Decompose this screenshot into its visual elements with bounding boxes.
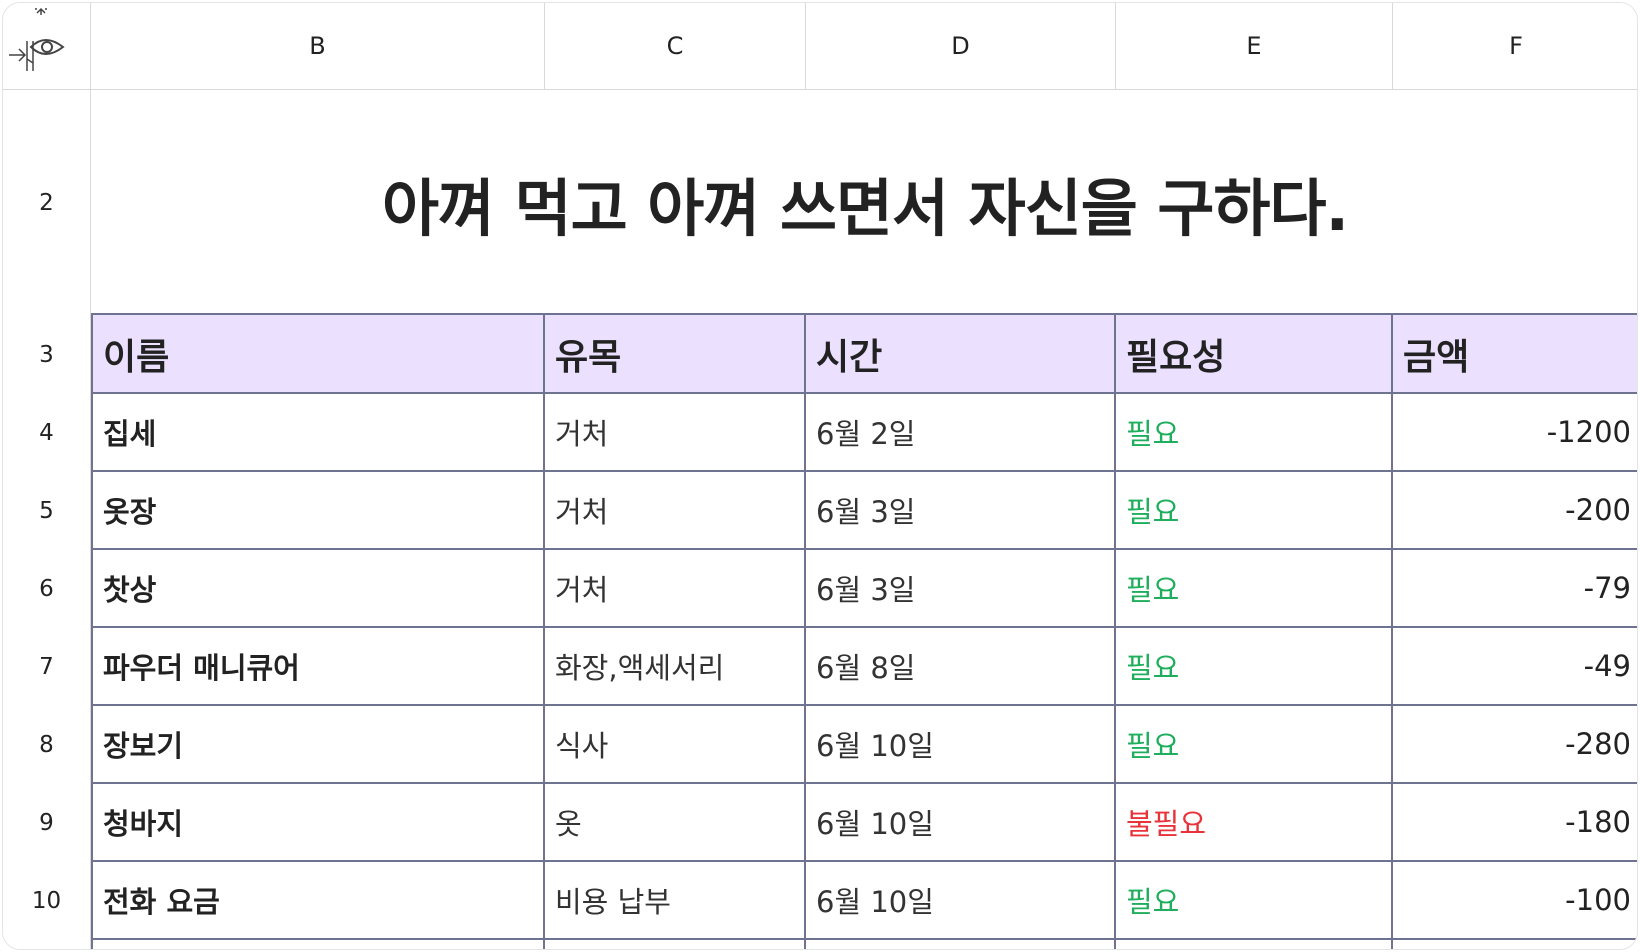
column-header-b[interactable]: B [91, 3, 545, 90]
row-header-7[interactable]: 7 [3, 628, 91, 706]
cell-amount[interactable]: -280 [1393, 706, 1637, 784]
cell-date[interactable]: 6월 2일 [806, 394, 1116, 472]
cell-category[interactable]: 화장,액세서리 [545, 628, 806, 706]
cell-date[interactable]: 6월 3일 [806, 472, 1116, 550]
row-header-9[interactable]: 9 [3, 784, 91, 862]
cell-necessity[interactable]: 필요 [1116, 472, 1393, 550]
cell-empty[interactable] [806, 940, 1116, 949]
row-header-6[interactable]: 6 [3, 550, 91, 628]
header-category[interactable]: 유목 [545, 313, 806, 394]
cell-amount[interactable]: -180 [1393, 784, 1637, 862]
spreadsheet: B C D E F 2 3 4 5 6 7 8 9 10 아껴 먹고 아껴 쓰면… [2, 2, 1638, 950]
row-header-2[interactable]: 2 [3, 90, 91, 315]
header-amount[interactable]: 금액 [1393, 313, 1637, 394]
cell-amount[interactable]: -100 [1393, 862, 1637, 940]
cell-category[interactable]: 비용 납부 [545, 862, 806, 940]
cell-necessity[interactable]: 필요 [1116, 706, 1393, 784]
column-header-e[interactable]: E [1116, 3, 1393, 90]
cell-empty[interactable] [91, 940, 545, 949]
cell-name[interactable]: 찻상 [91, 550, 545, 628]
cell-necessity[interactable]: 불필요 [1116, 784, 1393, 862]
cell-date[interactable]: 6월 10일 [806, 784, 1116, 862]
eye-icon[interactable] [7, 7, 67, 77]
cell-name[interactable]: 옷장 [91, 472, 545, 550]
cell-necessity[interactable]: 필요 [1116, 628, 1393, 706]
cell-amount[interactable]: -49 [1393, 628, 1637, 706]
cell-empty[interactable] [1393, 940, 1637, 949]
row-header-8[interactable]: 8 [3, 706, 91, 784]
cell-category[interactable]: 거처 [545, 550, 806, 628]
row-header-3[interactable]: 3 [3, 315, 91, 394]
cell-amount[interactable]: -79 [1393, 550, 1637, 628]
row-header-5[interactable]: 5 [3, 472, 91, 550]
header-necessity[interactable]: 필요성 [1116, 313, 1393, 394]
cell-name[interactable]: 전화 요금 [91, 862, 545, 940]
cell-category[interactable]: 거처 [545, 394, 806, 472]
cell-necessity[interactable]: 필요 [1116, 550, 1393, 628]
column-header-c[interactable]: C [545, 3, 806, 90]
cell-category[interactable]: 옷 [545, 784, 806, 862]
cell-amount[interactable]: -200 [1393, 472, 1637, 550]
cell-name[interactable]: 장보기 [91, 706, 545, 784]
cell-name[interactable]: 파우더 매니큐어 [91, 628, 545, 706]
cell-category[interactable]: 식사 [545, 706, 806, 784]
cell-category[interactable]: 거처 [545, 472, 806, 550]
cell-amount[interactable]: -1200 [1393, 394, 1637, 472]
cell-date[interactable]: 6월 10일 [806, 862, 1116, 940]
cell-empty[interactable] [545, 940, 806, 949]
cell-date[interactable]: 6월 10일 [806, 706, 1116, 784]
row-header-4[interactable]: 4 [3, 394, 91, 472]
header-date[interactable]: 시간 [806, 313, 1116, 394]
sheet-title[interactable]: 아껴 먹고 아껴 쓰면서 자신을 구하다. [91, 90, 1637, 315]
cell-necessity[interactable]: 필요 [1116, 862, 1393, 940]
column-header-d[interactable]: D [806, 3, 1116, 90]
header-name[interactable]: 이름 [91, 313, 545, 394]
cell-empty[interactable] [1116, 940, 1393, 949]
cell-date[interactable]: 6월 8일 [806, 628, 1116, 706]
row-header-11 [3, 940, 91, 949]
column-header-f[interactable]: F [1393, 3, 1637, 90]
sheet-corner[interactable] [3, 3, 91, 90]
cell-date[interactable]: 6월 3일 [806, 550, 1116, 628]
cell-name[interactable]: 청바지 [91, 784, 545, 862]
cell-name[interactable]: 집세 [91, 394, 545, 472]
cell-necessity[interactable]: 필요 [1116, 394, 1393, 472]
row-header-10[interactable]: 10 [3, 862, 91, 940]
